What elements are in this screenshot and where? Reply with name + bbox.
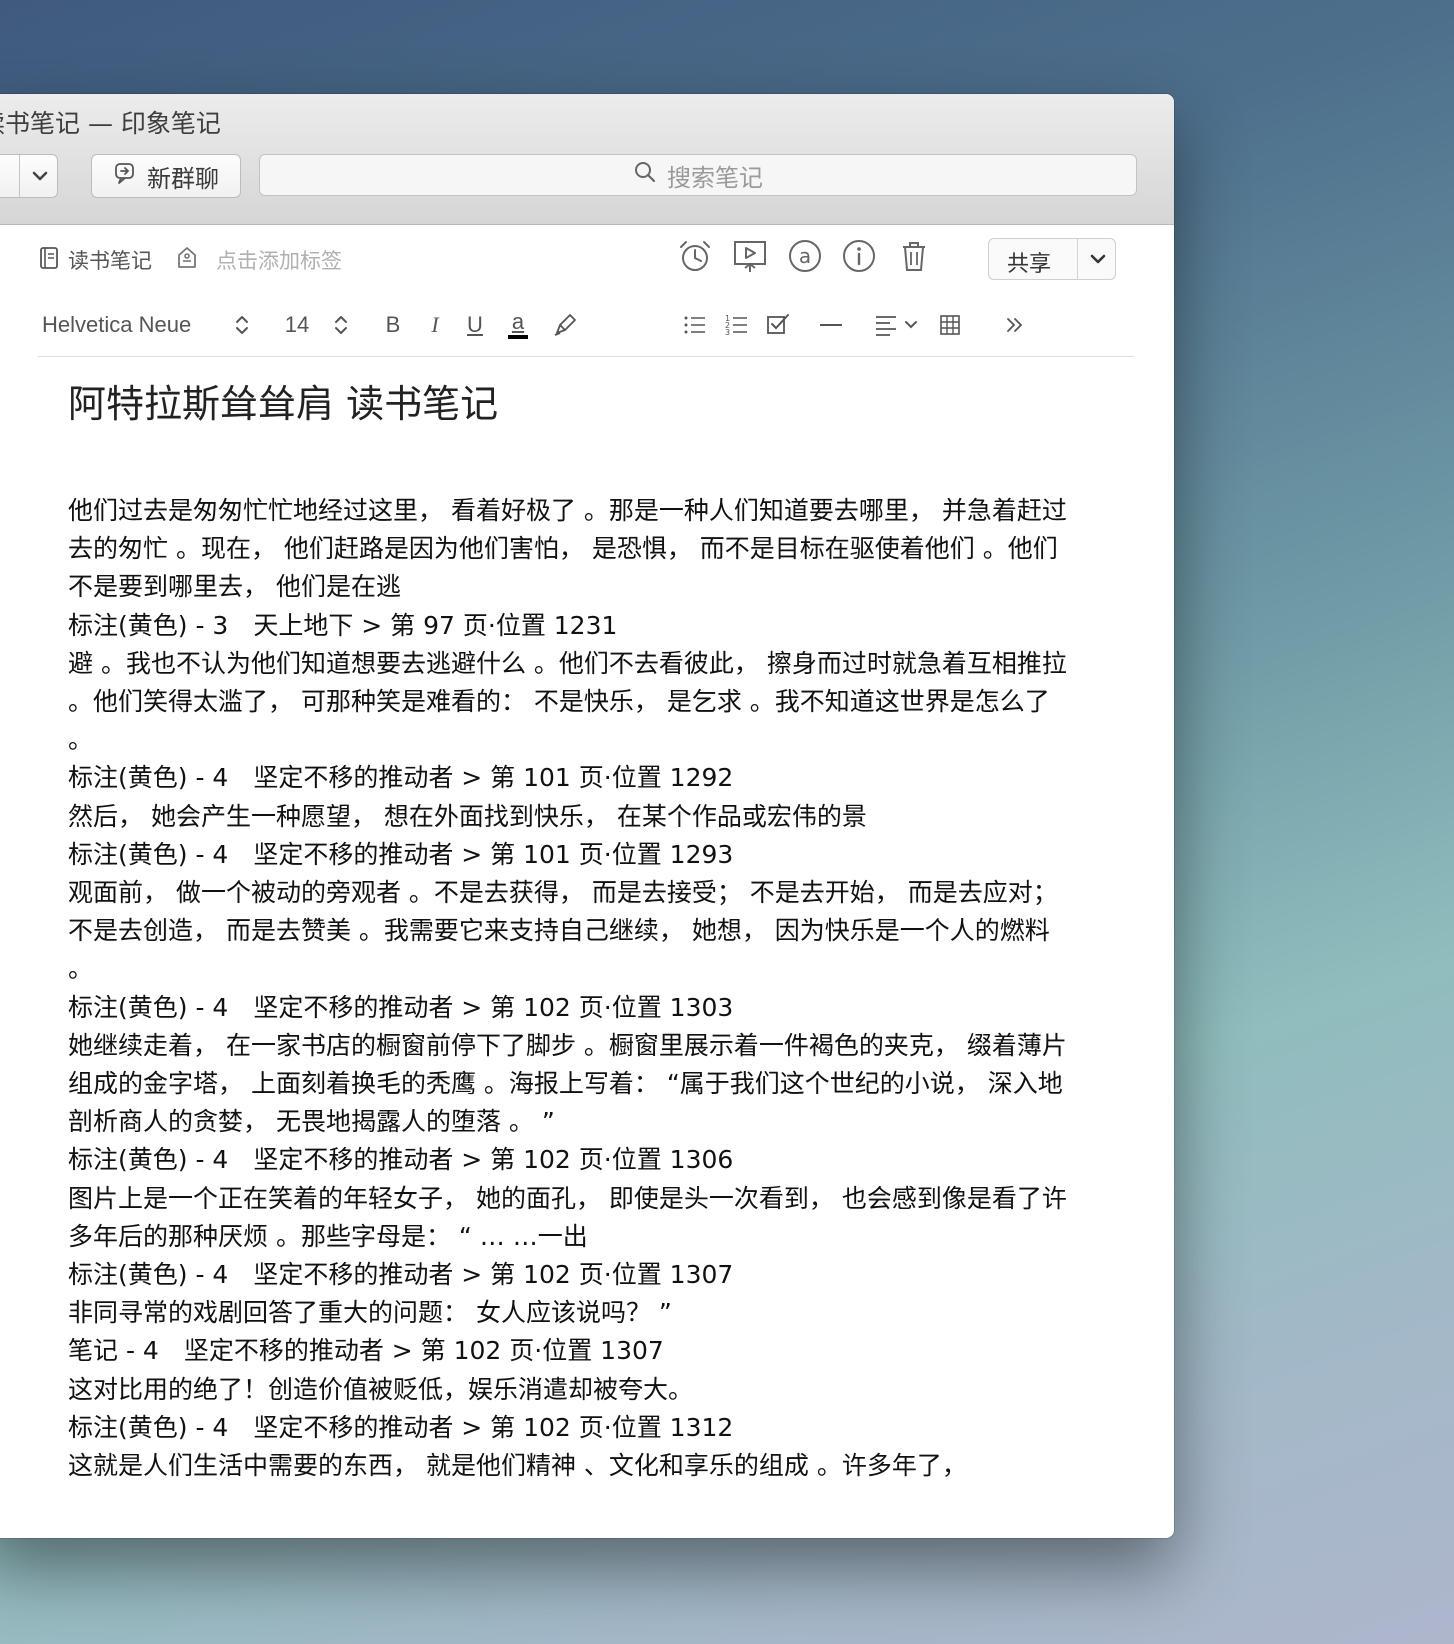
highlight-meta: 标注(黄色) - 4 坚定不移的推动者 > 第 102 页·位置 1307 <box>68 1260 734 1290</box>
checkbox-icon[interactable] <box>763 308 793 342</box>
text-color-swatch <box>508 335 528 339</box>
tag-input[interactable]: 点击添加标签 <box>176 238 342 282</box>
mention-icon[interactable]: a <box>785 236 825 276</box>
note-body[interactable]: 他们过去是匆匆忙忙地经过这里， 看着好极了 。那是一种人们知道要去哪里， 并急着… <box>68 492 1078 1485</box>
share-label[interactable]: 共享 <box>1007 246 1051 278</box>
svg-text:a: a <box>799 244 811 268</box>
notebook-link[interactable]: 读书笔记 <box>38 238 152 282</box>
font-family-select[interactable]: Helvetica Neue <box>42 308 202 342</box>
updown-icon[interactable] <box>232 308 252 342</box>
more-icon[interactable] <box>1000 308 1030 342</box>
app-window: 读书笔记 — 印象笔记 记 新群聊 搜索笔记 读书笔记 <box>0 94 1174 1538</box>
note-meta: 笔记 - 4 坚定不移的推动者 > 第 102 页·位置 1307 <box>68 1336 664 1366</box>
note-paragraph: 这就是人们生活中需要的东西， 就是他们精神 、文化和享乐的组成 。许多年了， <box>68 1451 967 1481</box>
note-meta-bar: 读书笔记 点击添加标签 a 共享 <box>0 224 1174 296</box>
notebook-split-label[interactable]: 记 <box>0 161 1 196</box>
text-color-label: a <box>511 309 525 334</box>
notebook-icon <box>38 246 60 275</box>
highlight-meta: 标注(黄色) - 4 坚定不移的推动者 > 第 102 页·位置 1306 <box>68 1145 734 1175</box>
search-placeholder: 搜索笔记 <box>667 163 763 192</box>
notebook-split-button[interactable]: 记 <box>0 154 58 198</box>
note-paragraph: 避 。我也不认为他们知道想要去逃避什么 。他们不去看彼此， 擦身而过时就急着互相… <box>68 648 1067 755</box>
updown-icon[interactable] <box>331 308 351 342</box>
notebook-name[interactable]: 读书笔记 <box>68 245 152 275</box>
numbered-list-icon[interactable]: 123 <box>722 308 752 342</box>
underline-button[interactable]: U <box>463 308 487 342</box>
font-size-select[interactable]: 14 <box>282 308 312 342</box>
highlight-meta: 标注(黄色) - 4 坚定不移的推动者 > 第 102 页·位置 1303 <box>68 992 734 1022</box>
trash-icon[interactable] <box>894 236 934 276</box>
horizontal-rule-icon[interactable] <box>816 308 846 342</box>
new-group-chat-button[interactable]: 新群聊 <box>91 154 241 198</box>
note-editor[interactable]: 阿特拉斯耸耸肩 读书笔记 他们过去是匆匆忙忙地经过这里， 看着好极了 。那是一种… <box>68 356 1078 1485</box>
info-icon[interactable] <box>839 236 879 276</box>
titlebar: 读书笔记 — 印象笔记 记 新群聊 搜索笔记 <box>0 94 1174 225</box>
format-toolbar: Helvetica Neue 14 B I U a 123 <box>38 296 1134 357</box>
highlighter-icon[interactable] <box>550 308 580 342</box>
text-color-button[interactable]: a <box>506 308 530 342</box>
note-paragraph: 他们过去是匆匆忙忙地经过这里， 看着好极了 。那是一种人们知道要去哪里， 并急着… <box>68 496 1067 602</box>
window-title: 读书笔记 — 印象笔记 <box>0 109 221 138</box>
reminder-alarm-icon[interactable] <box>675 236 715 276</box>
chevron-down-icon[interactable] <box>1087 248 1109 276</box>
highlight-meta: 标注(黄色) - 4 坚定不移的推动者 > 第 102 页·位置 1312 <box>68 1412 734 1442</box>
chevron-down-icon[interactable] <box>29 165 51 193</box>
note-paragraph: 观面前， 做一个被动的旁观者 。不是去获得， 而是去接受； 不是去开始， 而是去… <box>68 878 1058 984</box>
highlight-meta: 标注(黄色) - 3 天上地下 > 第 97 页·位置 1231 <box>68 610 618 640</box>
bullet-list-icon[interactable] <box>680 308 710 342</box>
new-group-chat-label: 新群聊 <box>147 164 219 193</box>
divider <box>1077 239 1078 279</box>
search-input[interactable]: 搜索笔记 <box>259 154 1137 196</box>
highlight-meta: 标注(黄色) - 4 坚定不移的推动者 > 第 101 页·位置 1293 <box>68 839 734 869</box>
note-title[interactable]: 阿特拉斯耸耸肩 读书笔记 <box>68 376 1078 432</box>
svg-text:3: 3 <box>725 328 730 337</box>
present-icon[interactable] <box>730 236 770 276</box>
italic-button[interactable]: I <box>423 308 447 342</box>
note-paragraph: 非同寻常的戏剧回答了重大的问题： 女人应该说吗？ ” <box>68 1298 672 1328</box>
bold-button[interactable]: B <box>381 308 405 342</box>
share-button[interactable]: 共享 <box>988 238 1116 280</box>
note-paragraph: 这对比用的绝了！创造价值被贬低，娱乐消遣却被夸大。 <box>68 1374 694 1404</box>
note-paragraph: 图片上是一个正在笑着的年轻女子， 她的面孔， 即使是头一次看到， 也会感到像是看… <box>68 1183 1067 1251</box>
table-icon[interactable] <box>935 308 965 342</box>
tag-icon <box>176 246 198 275</box>
note-paragraph: 然后， 她会产生一种愿望， 想在外面找到快乐， 在某个作品或宏伟的景 <box>68 801 867 831</box>
search-icon <box>633 160 657 190</box>
highlight-meta: 标注(黄色) - 4 坚定不移的推动者 > 第 101 页·位置 1292 <box>68 763 734 793</box>
note-paragraph: 她继续走着， 在一家书店的橱窗前停下了脚步 。橱窗里展示着一件褐色的夹克， 缀着… <box>68 1030 1067 1137</box>
divider <box>19 155 20 197</box>
chat-icon <box>113 161 137 191</box>
tag-placeholder: 点击添加标签 <box>216 249 342 273</box>
align-icon[interactable] <box>872 308 922 342</box>
